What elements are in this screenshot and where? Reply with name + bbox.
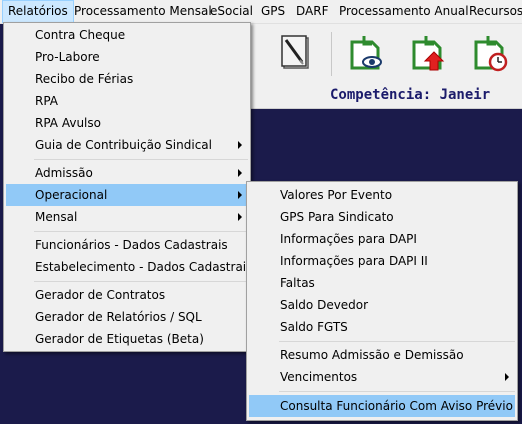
menu-item-label: Recibo de Férias xyxy=(35,72,134,86)
menu-item-label: Gerador de Contratos xyxy=(35,288,166,302)
menu-item-label: Pro-Labore xyxy=(35,50,100,64)
menu-item-consulta-funcionario-aviso-previo[interactable]: Consulta Funcionário Com Aviso Prévio xyxy=(249,395,515,417)
menu-item-label: Estabelecimento - Dados Cadastrais xyxy=(35,260,253,274)
menu-item-guia-contribuicao-sindical[interactable]: Guia de Contribuição Sindical xyxy=(6,134,248,156)
menu-item-label: RPA Avulso xyxy=(35,116,101,130)
menu-item-gerador-de-relatorios-sql[interactable]: Gerador de Relatórios / SQL xyxy=(6,306,248,328)
menu-item-label: Operacional xyxy=(35,188,108,202)
menu-item-operacional[interactable]: Operacional xyxy=(6,184,248,206)
menu-item-resumo-admissao-demissao[interactable]: Resumo Admissão e Demissão xyxy=(249,344,515,366)
edit-document-icon xyxy=(281,35,309,69)
menu-item-label: Saldo FGTS xyxy=(280,320,348,334)
submenu-arrow-icon xyxy=(238,213,242,221)
menu-gps[interactable]: GPS xyxy=(256,0,290,23)
menu-item-label: Gerador de Relatórios / SQL xyxy=(35,310,202,324)
menu-item-informacoes-dapi-ii[interactable]: Informações para DAPI II xyxy=(249,250,515,272)
menu-item-label: Consulta Funcionário Com Aviso Prévio xyxy=(280,399,513,413)
upload-document-button[interactable] xyxy=(406,30,452,76)
menu-item-rpa[interactable]: RPA xyxy=(6,90,248,112)
menu-item-label: Guia de Contribuição Sindical xyxy=(35,138,212,152)
menu-item-pro-labore[interactable]: Pro-Labore xyxy=(6,46,248,68)
menu-item-gps-para-sindicato[interactable]: GPS Para Sindicato xyxy=(249,206,515,228)
menu-processamento-mensal[interactable]: Processamento Mensal xyxy=(69,0,217,23)
menu-processamento-anual[interactable]: Processamento Anual xyxy=(334,0,474,23)
menu-item-funcionarios-dados-cadastrais[interactable]: Funcionários - Dados Cadastrais xyxy=(6,234,248,256)
menu-item-recibo-de-ferias[interactable]: Recibo de Férias xyxy=(6,68,248,90)
menu-item-saldo-devedor[interactable]: Saldo Devedor xyxy=(249,294,515,316)
menu-item-label: Resumo Admissão e Demissão xyxy=(280,348,464,362)
menu-item-rpa-avulso[interactable]: RPA Avulso xyxy=(6,112,248,134)
menu-item-faltas[interactable]: Faltas xyxy=(249,272,515,294)
menu-item-label: Contra Cheque xyxy=(35,28,126,42)
menu-item-gerador-de-contratos[interactable]: Gerador de Contratos xyxy=(6,284,248,306)
toolbar xyxy=(248,24,522,84)
menu-item-informacoes-dapi[interactable]: Informações para DAPI xyxy=(249,228,515,250)
menu-item-label: Faltas xyxy=(280,276,315,290)
menu-item-label: RPA xyxy=(35,94,59,108)
menu-relatorios[interactable]: Relatórios xyxy=(2,0,74,23)
menu-recursos-humanos[interactable]: Recursos H xyxy=(464,0,522,23)
menu-separator xyxy=(34,159,248,160)
submenu-arrow-icon xyxy=(238,191,242,199)
menu-item-label: GPS Para Sindicato xyxy=(280,210,394,224)
view-document-icon xyxy=(350,36,382,70)
submenu-arrow-icon xyxy=(238,141,242,149)
competencia-bar: Competência: Janeir xyxy=(248,84,522,109)
menu-item-label: Informações para DAPI xyxy=(280,232,417,246)
submenu-arrow-icon xyxy=(238,169,242,177)
view-document-button[interactable] xyxy=(344,30,390,76)
operacional-submenu: Valores Por Evento GPS Para Sindicato In… xyxy=(246,181,518,421)
competencia-label: Competência: Janeir xyxy=(330,87,491,103)
menu-item-label: Valores Por Evento xyxy=(280,188,393,202)
menu-item-label: Admissão xyxy=(35,166,93,180)
menu-separator xyxy=(279,341,515,342)
menu-bar: Relatórios Processamento Mensal eSocial … xyxy=(0,0,522,24)
menu-item-contra-cheque[interactable]: Contra Cheque xyxy=(6,24,248,46)
menu-item-label: Gerador de Etiquetas (Beta) xyxy=(35,332,204,346)
submenu-arrow-icon xyxy=(505,373,509,381)
menu-item-estabelecimento-dados-cadastrais[interactable]: Estabelecimento - Dados Cadastrais xyxy=(6,256,252,278)
menu-item-label: Saldo Devedor xyxy=(280,298,369,312)
menu-item-vencimentos[interactable]: Vencimentos xyxy=(249,366,515,388)
schedule-document-button[interactable] xyxy=(468,30,514,76)
schedule-document-icon xyxy=(474,36,508,72)
menu-item-mensal[interactable]: Mensal xyxy=(6,206,248,228)
edit-document-button[interactable] xyxy=(272,30,318,76)
menu-item-label: Informações para DAPI II xyxy=(280,254,428,268)
menu-item-label: Mensal xyxy=(35,210,78,224)
upload-document-icon xyxy=(412,36,445,71)
menu-esocial[interactable]: eSocial xyxy=(205,0,258,23)
menu-item-saldo-fgts[interactable]: Saldo FGTS xyxy=(249,316,515,338)
menu-item-valores-por-evento[interactable]: Valores Por Evento xyxy=(249,184,515,206)
menu-darf[interactable]: DARF xyxy=(291,0,333,23)
menu-item-label: Funcionários - Dados Cadastrais xyxy=(35,238,228,252)
toolbar-separator xyxy=(331,32,332,76)
menu-separator xyxy=(34,281,248,282)
menu-separator xyxy=(34,231,248,232)
relatorios-menu: Contra Cheque Pro-Labore Recibo de Féria… xyxy=(3,22,252,352)
menu-item-admissao[interactable]: Admissão xyxy=(6,162,248,184)
menu-separator xyxy=(279,391,515,392)
menu-item-label: Vencimentos xyxy=(280,370,358,384)
menu-item-gerador-de-etiquetas[interactable]: Gerador de Etiquetas (Beta) xyxy=(6,328,248,350)
